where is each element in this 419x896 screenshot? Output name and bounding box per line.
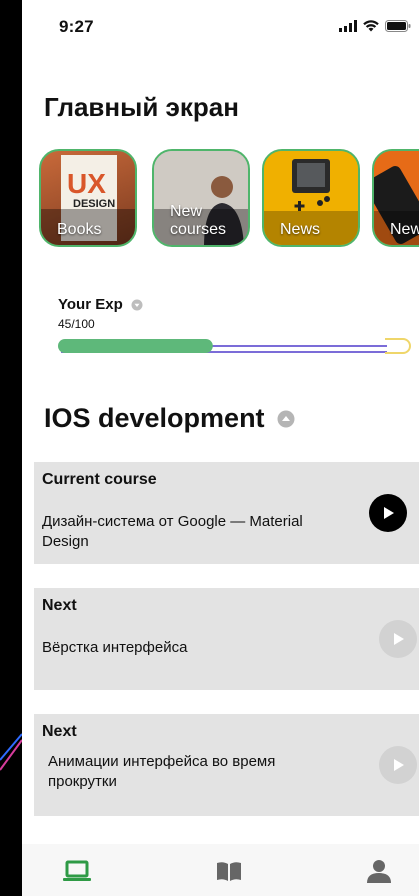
svg-text:DESIGN: DESIGN [73,198,115,210]
info-icon[interactable] [131,299,143,311]
play-button-disabled[interactable] [379,620,417,658]
nav-library[interactable] [215,858,243,884]
course-heading: Next [42,723,77,740]
battery-icon [385,20,411,32]
page-title: Главный экран [44,92,239,122]
course-heading: Current course [42,471,157,488]
course-title: Вёрстка интерфейса [42,639,188,656]
section-header: IOS development [44,403,295,434]
play-icon [394,633,404,645]
phone-screen: 9:27 Главный экран UX DESIGN Books New c… [22,0,419,896]
nav-profile[interactable] [365,858,393,884]
category-label: New courses [170,203,227,238]
section-title: IOS development [44,403,265,433]
svg-text:UX: UX [67,168,106,199]
book-icon [217,862,241,881]
experience-progress-bar [58,338,411,354]
progress-cap [385,338,411,354]
status-time: 9:27 [59,17,94,36]
category-carousel[interactable]: UX DESIGN Books New courses News New [39,149,419,249]
experience-header: Your Exp [58,296,143,313]
laptop-icon [63,860,91,881]
category-label: New [390,221,419,238]
status-bar: 9:27 [22,0,419,44]
play-icon [384,507,394,519]
nav-courses[interactable] [63,858,91,884]
course-title: Дизайн-система от Google — Material Desi… [42,513,303,550]
profile-icon [367,860,391,883]
wifi-icon [363,20,379,32]
course-title: Анимации интерфейса во время прокрутки [48,753,276,790]
category-news[interactable]: News [262,149,360,247]
status-icons [339,20,411,32]
experience-value: 45/100 [58,317,95,331]
course-card-next[interactable]: Next Анимации интерфейса во время прокру… [34,714,419,816]
category-new-courses[interactable]: New courses [152,149,250,247]
category-new[interactable]: New [372,149,419,247]
course-card-current[interactable]: Current course Дизайн-система от Google … [34,462,419,564]
course-heading: Next [42,597,77,614]
category-label: News [280,221,321,238]
experience-label: Your Exp [58,296,123,313]
category-label: Books [57,221,102,238]
play-button-disabled[interactable] [379,746,417,784]
progress-fill [58,339,213,353]
play-button[interactable] [369,494,407,532]
play-icon [394,759,404,771]
collapse-icon[interactable] [277,410,295,428]
category-books[interactable]: UX DESIGN Books [39,149,137,247]
signal-icon [339,20,357,32]
bottom-navigation [22,844,419,896]
course-card-next[interactable]: Next Вёрстка интерфейса [34,588,419,690]
